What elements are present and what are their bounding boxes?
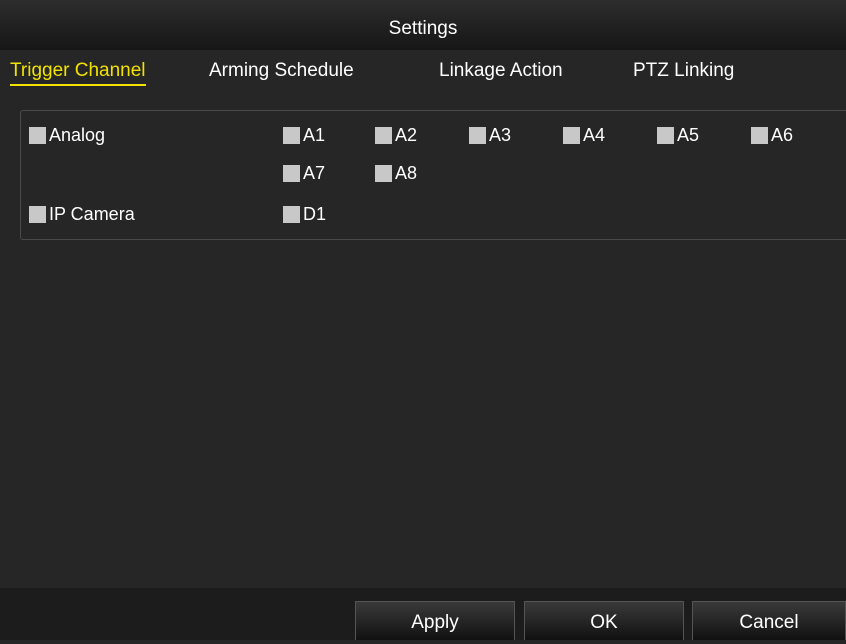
analog-checkbox[interactable]: Analog [29, 124, 105, 146]
channel-label: A4 [583, 125, 606, 145]
channel-checkbox-a4[interactable]: A4 [563, 124, 605, 146]
tab-arming-schedule[interactable]: Arming Schedule [209, 58, 354, 84]
trigger-channel-panel [20, 110, 846, 240]
checkbox-icon [751, 126, 768, 144]
checkbox-icon [375, 126, 392, 144]
checkbox-icon [375, 164, 392, 182]
channel-checkbox-a1[interactable]: A1 [283, 124, 325, 146]
channel-label: A7 [303, 163, 326, 183]
window-title: Settings [388, 18, 458, 39]
channel-label: A8 [395, 163, 418, 183]
channel-checkbox-a5[interactable]: A5 [657, 124, 699, 146]
channel-label: A2 [395, 125, 418, 145]
ip-camera-label: IP Camera [49, 204, 135, 224]
channel-checkbox-a6[interactable]: A6 [751, 124, 793, 146]
channel-checkbox-a2[interactable]: A2 [375, 124, 417, 146]
checkbox-icon [29, 126, 46, 144]
tab-linkage-action[interactable]: Linkage Action [439, 58, 563, 84]
checkbox-icon [283, 205, 300, 223]
cancel-button[interactable]: Cancel [692, 601, 846, 640]
analog-label: Analog [49, 125, 106, 145]
channel-checkbox-a7[interactable]: A7 [283, 162, 325, 184]
checkbox-icon [657, 126, 674, 144]
tab-trigger-channel[interactable]: Trigger Channel [10, 58, 146, 86]
tab-bar: Trigger Channel Arming Schedule Linkage … [0, 52, 846, 94]
checkbox-icon [283, 164, 300, 182]
apply-button[interactable]: Apply [355, 601, 515, 640]
channel-label: A5 [677, 125, 700, 145]
ok-button[interactable]: OK [524, 601, 684, 640]
checkbox-icon [29, 205, 46, 223]
channel-label: D1 [303, 204, 327, 224]
channel-label: A1 [303, 125, 326, 145]
channel-label: A3 [489, 125, 512, 145]
checkbox-icon [283, 126, 300, 144]
checkbox-icon [563, 126, 580, 144]
channel-checkbox-a3[interactable]: A3 [469, 124, 511, 146]
tab-ptz-linking[interactable]: PTZ Linking [633, 58, 734, 84]
channel-checkbox-a8[interactable]: A8 [375, 162, 417, 184]
ip-camera-checkbox[interactable]: IP Camera [29, 203, 135, 225]
channel-checkbox-d1[interactable]: D1 [283, 203, 326, 225]
title-bar: Settings [0, 0, 846, 50]
channel-label: A6 [771, 125, 794, 145]
checkbox-icon [469, 126, 486, 144]
